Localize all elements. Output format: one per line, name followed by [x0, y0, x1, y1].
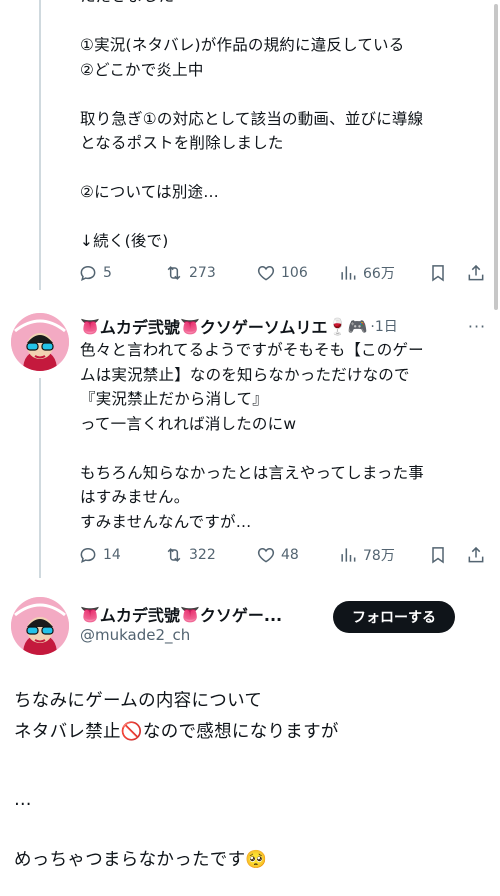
repost-button[interactable]: 273 — [164, 263, 256, 283]
tweet2-actions: 14 322 48 78万 — [78, 541, 490, 569]
main-tweet-line4: めっちゃつまらなかったです🥺 — [14, 846, 484, 874]
main-header: 👅 ムカデ弐號 👅 クソゲー... — [80, 601, 282, 627]
tweet1-actions: 5 273 106 66万 — [78, 259, 490, 287]
tweet2-header: 👅 ムカデ弐號 👅 クソゲーソムリエ 🍷 🎮 ·1日 — [80, 313, 398, 339]
views-button[interactable]: 66万 — [338, 263, 428, 283]
scrollbar[interactable] — [494, 4, 498, 310]
bookmark-icon — [432, 265, 444, 282]
main-tweet-line2: ネタバレ禁止🚫なので感想になりますが — [14, 718, 484, 746]
bookmark-button-2[interactable] — [428, 545, 466, 565]
tongue-emoji: 👅 — [80, 316, 100, 336]
tongue-emoji: 👅 — [80, 604, 100, 624]
like-button[interactable]: 106 — [256, 263, 338, 283]
repost-icon — [167, 266, 181, 280]
display-name-suffix[interactable]: クソゲー... — [200, 602, 282, 626]
reply-icon — [80, 265, 96, 282]
avatar[interactable] — [11, 313, 69, 371]
reply-count: 5 — [103, 265, 112, 281]
wine-emoji: 🍷 — [327, 316, 348, 336]
repost-button-2[interactable]: 322 — [164, 545, 256, 565]
gamepad-emoji: 🎮 — [347, 316, 368, 336]
like-count: 106 — [281, 265, 308, 281]
views-count: 78万 — [363, 548, 395, 564]
repost-count: 273 — [189, 265, 216, 281]
repost-count: 322 — [189, 547, 216, 563]
reply-count: 14 — [103, 547, 121, 563]
thread-line-2 — [39, 378, 41, 578]
tongue-emoji-2: 👅 — [179, 604, 200, 624]
line4-text: めっちゃつまらなかったです — [14, 850, 246, 870]
tongue-emoji-2: 👅 — [179, 316, 200, 336]
main-tweet-line1: ちなみにゲームの内容について — [14, 691, 263, 711]
line2-part2: なので感想になりますが — [142, 722, 339, 742]
pleading-emoji: 🥺 — [245, 850, 268, 870]
tweet1-partial-line: ただきました — [80, 0, 480, 9]
reply-button[interactable]: 5 — [78, 263, 158, 283]
bookmark-icon — [432, 547, 444, 564]
thread-line — [39, 0, 41, 290]
like-button-2[interactable]: 48 — [256, 545, 338, 565]
display-name[interactable]: ムカデ弐號 — [100, 602, 180, 626]
follow-button[interactable]: フォローする — [333, 601, 455, 633]
views-count: 66万 — [363, 266, 395, 282]
views-button-2[interactable]: 78万 — [338, 545, 428, 565]
share-icon — [468, 264, 484, 281]
repost-icon — [167, 548, 181, 562]
views-icon — [341, 266, 356, 280]
share-icon — [468, 546, 484, 563]
share-button[interactable] — [466, 263, 490, 283]
display-name[interactable]: ムカデ弐號 — [100, 314, 180, 338]
reply-button-2[interactable]: 14 — [78, 545, 158, 565]
line2-part1: ネタバレ禁止 — [14, 722, 121, 742]
avatar-image — [11, 313, 69, 371]
avatar-main[interactable] — [11, 597, 69, 655]
timestamp[interactable]: ·1日 — [370, 316, 397, 336]
like-count: 48 — [281, 547, 299, 563]
main-tweet-line3: … — [14, 790, 32, 810]
display-name-suffix[interactable]: クソゲーソムリエ — [200, 314, 328, 338]
reply-icon — [80, 547, 96, 564]
tweet2-text: 色々と言われてるようですがそもそも【このゲー ムは実況禁止】なのを知らなかっただ… — [80, 341, 425, 531]
bookmark-button[interactable] — [428, 263, 466, 283]
like-icon — [257, 265, 275, 281]
like-icon — [257, 547, 275, 563]
tweet1-text: ①実況(ネタバレ)が作品の規約に違反している ②どこかで炎上中 取り急ぎ①の対応… — [80, 36, 424, 250]
avatar-image — [11, 597, 69, 655]
prohibited-emoji: 🚫 — [120, 722, 143, 742]
share-button-2[interactable] — [466, 545, 490, 565]
user-handle[interactable]: @mukade2_ch — [80, 626, 190, 644]
views-icon — [341, 548, 356, 562]
more-options-button[interactable]: ··· — [467, 316, 487, 336]
